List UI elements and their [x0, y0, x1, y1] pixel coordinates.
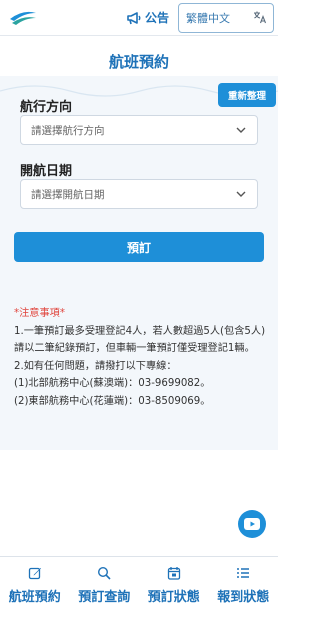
nav-item-booking[interactable]: 航班預約 [0, 557, 70, 618]
announcement-label: 公告 [145, 11, 170, 25]
notice-line: 2.如有任何問題，請撥打以下專線： [14, 360, 177, 372]
date-label: 開航日期 [20, 164, 73, 179]
megaphone-icon [127, 11, 141, 24]
page-title: 航班預約 [108, 53, 169, 71]
language-selected: 繁體中文 [186, 12, 230, 25]
notice-title: *注意事項* [14, 308, 65, 319]
direction-placeholder: 請選擇航行方向 [31, 124, 105, 137]
calendar-icon [167, 567, 180, 580]
date-placeholder: 請選擇開航日期 [31, 188, 105, 201]
nav-label: 報到狀態 [217, 590, 270, 605]
notice-line: 1.一筆預訂最多受理登記4人，若人數超過5人(包含5人)請以二筆紀錄預訂，但車輛… [14, 325, 266, 355]
search-icon [98, 566, 111, 580]
chevron-down-icon [236, 191, 246, 197]
book-button[interactable]: 預訂 [14, 232, 264, 262]
list-icon [237, 568, 250, 578]
direction-select[interactable]: 請選擇航行方向 [20, 115, 258, 145]
nav-label: 預訂查詢 [78, 590, 131, 605]
top-header: 公告 繁體中文 [0, 0, 278, 36]
language-select[interactable]: 繁體中文 [178, 3, 274, 33]
nav-label: 預訂狀態 [147, 590, 200, 605]
notice-section: *注意事項* 1.一筆預訂最多受理登記4人，若人數超過5人(包含5人)請以二筆紀… [14, 305, 268, 410]
translate-icon [254, 11, 267, 24]
youtube-icon [244, 518, 260, 530]
bottom-nav: 航班預約 預訂查詢 預訂狀態 報到狀態 [0, 556, 278, 618]
logo[interactable] [8, 7, 38, 27]
notice-line: (2)東部航務中心(花蓮端)：03-8509069。 [14, 395, 211, 407]
nav-label: 航班預約 [8, 590, 61, 605]
youtube-button[interactable] [238, 510, 266, 538]
nav-item-status[interactable]: 預訂狀態 [139, 557, 209, 618]
date-select[interactable]: 請選擇開航日期 [20, 179, 258, 209]
direction-label: 航行方向 [20, 100, 73, 115]
nav-item-query[interactable]: 預訂查詢 [70, 557, 140, 618]
announcement-link[interactable]: 公告 [126, 9, 169, 26]
reset-button[interactable]: 重新整理 [218, 83, 276, 107]
notice-line: (1)北部航務中心(蘇澳端)：03-9699082。 [14, 378, 211, 389]
chevron-down-icon [236, 127, 246, 133]
nav-item-checkin[interactable]: 報到狀態 [209, 557, 279, 618]
edit-icon [28, 567, 41, 580]
